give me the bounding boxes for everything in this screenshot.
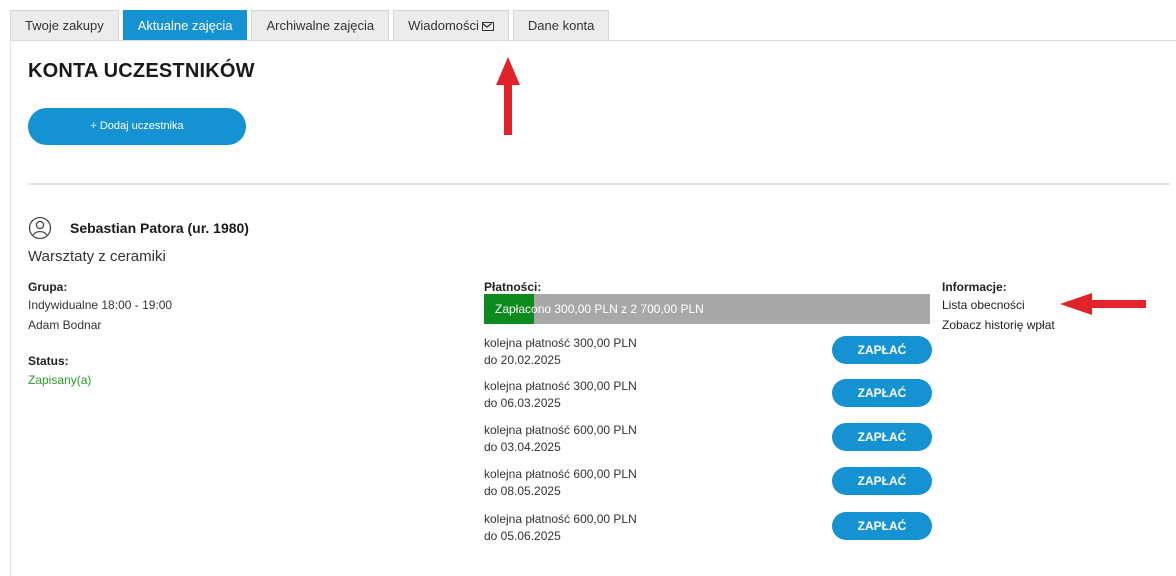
pay-button[interactable]: ZAPŁAĆ — [832, 512, 932, 540]
installment-due-date: do 03.04.2025 — [484, 440, 561, 454]
annotation-arrow-up-icon — [496, 57, 520, 135]
attendance-list-link[interactable]: Lista obecności — [942, 298, 1025, 312]
installment-row: kolejna płatność 600,00 PLN do 08.05.202… — [484, 467, 934, 507]
info-label: Informacje: — [942, 280, 1007, 294]
participant-name: Sebastian Patora (ur. 1980) — [70, 220, 249, 236]
group-label: Grupa: — [28, 280, 68, 294]
installment-amount: kolejna płatność 600,00 PLN — [484, 467, 637, 481]
installment-amount: kolejna płatność 600,00 PLN — [484, 423, 637, 437]
tab-archiwalne-zajecia[interactable]: Archiwalne zajęcia — [251, 10, 390, 40]
tab-wiadomosci-label: Wiadomości — [408, 18, 479, 33]
person-icon — [28, 216, 52, 240]
installment-amount: kolejna płatność 600,00 PLN — [484, 512, 637, 526]
tab-twoje-zakupy[interactable]: Twoje zakupy — [10, 10, 119, 40]
status-value: Zapisany(a) — [28, 373, 92, 387]
installment-due-date: do 08.05.2025 — [484, 484, 561, 498]
installment-row: kolejna płatność 300,00 PLN do 06.03.202… — [484, 379, 934, 419]
installment-due-date: do 20.02.2025 — [484, 353, 561, 367]
pay-button[interactable]: ZAPŁAĆ — [832, 467, 932, 495]
tab-wiadomosci[interactable]: Wiadomości — [393, 10, 509, 40]
installment-amount: kolejna płatność 300,00 PLN — [484, 336, 637, 350]
content-frame-border — [10, 40, 11, 576]
installment-row: kolejna płatność 600,00 PLN do 05.06.202… — [484, 512, 934, 552]
payment-progress-bar: Zapłacono 300,00 PLN z 2 700,00 PLN — [484, 294, 930, 324]
payment-history-link[interactable]: Zobacz historię wpłat — [942, 318, 1055, 332]
tab-underline — [10, 40, 1176, 41]
tab-aktualne-zajecia[interactable]: Aktualne zajęcia — [122, 10, 248, 40]
pay-button[interactable]: ZAPŁAĆ — [832, 423, 932, 451]
installment-row: kolejna płatność 600,00 PLN do 03.04.202… — [484, 423, 934, 463]
tab-bar: Twoje zakupy Aktualne zajęcia Archiwalne… — [10, 10, 613, 40]
section-divider — [28, 183, 1170, 185]
status-label: Status: — [28, 354, 69, 368]
annotation-arrow-left-icon — [1060, 293, 1146, 315]
page-title: KONTA UCZESTNIKÓW — [28, 60, 255, 82]
pay-button[interactable]: ZAPŁAĆ — [832, 379, 932, 407]
envelope-icon — [481, 22, 494, 31]
installment-row: kolejna płatność 300,00 PLN do 20.02.202… — [484, 336, 934, 376]
installment-amount: kolejna płatność 300,00 PLN — [484, 379, 637, 393]
pay-button[interactable]: ZAPŁAĆ — [832, 336, 932, 364]
tab-dane-konta[interactable]: Dane konta — [512, 10, 610, 40]
payments-label: Płatności: — [484, 280, 542, 294]
installment-due-date: do 06.03.2025 — [484, 396, 561, 410]
installment-due-date: do 05.06.2025 — [484, 529, 561, 543]
group-time: Indywidualne 18:00 - 19:00 — [28, 298, 173, 312]
group-teacher: Adam Bodnar — [28, 318, 102, 332]
payment-progress-text: Zapłacono 300,00 PLN z 2 700,00 PLN — [495, 302, 704, 316]
course-name: Warsztaty z ceramiki — [28, 248, 166, 265]
add-participant-button[interactable]: + Dodaj uczestnika — [28, 108, 246, 145]
